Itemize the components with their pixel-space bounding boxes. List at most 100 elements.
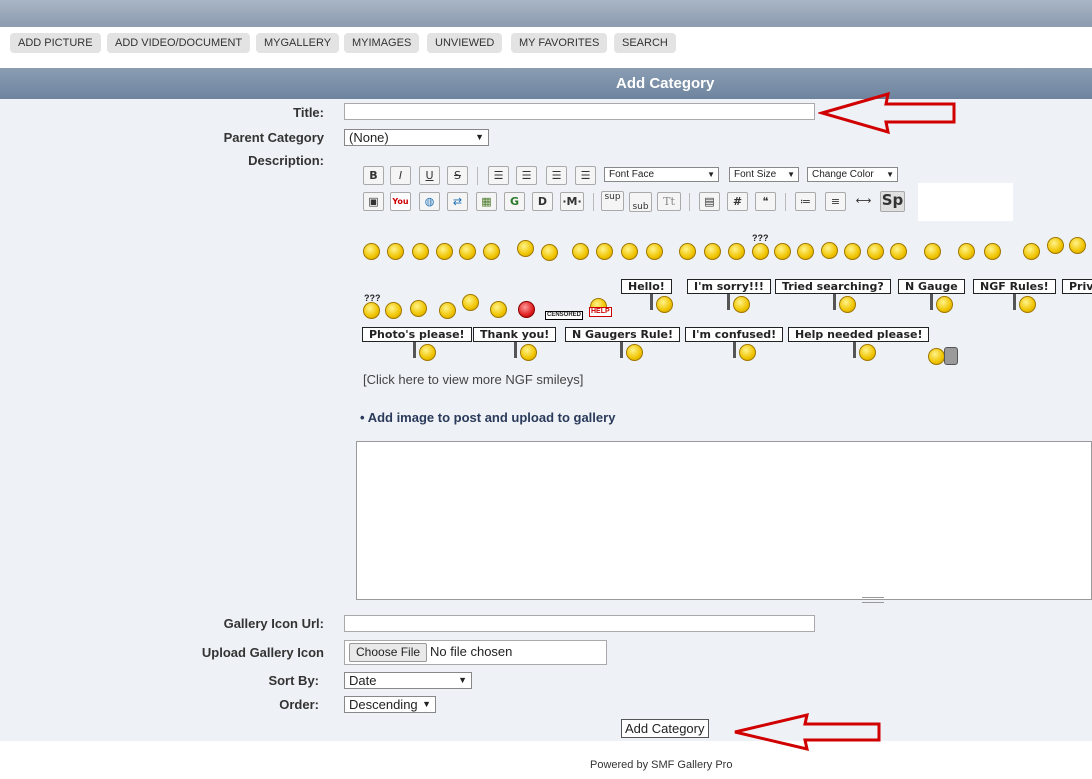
smiley-icon[interactable] xyxy=(646,243,663,260)
smiley-icon[interactable] xyxy=(728,243,745,260)
globe-icon[interactable]: ◍ xyxy=(419,192,440,211)
teletype-button[interactable]: Tt xyxy=(657,192,681,211)
smiley-icon[interactable] xyxy=(363,302,380,319)
font-size-select[interactable]: Font Size ▼ xyxy=(729,167,799,182)
smiley-icon[interactable] xyxy=(752,243,769,260)
nav-myimages[interactable]: MYIMAGES xyxy=(344,33,420,53)
d-icon[interactable]: D xyxy=(532,192,553,211)
title-input[interactable] xyxy=(344,103,815,120)
bold-button[interactable]: B xyxy=(363,166,384,185)
smiley-icon[interactable] xyxy=(867,243,884,260)
smiley-icon[interactable] xyxy=(387,243,404,260)
sign-photos-please-smiley[interactable]: Photo's please! xyxy=(362,327,472,342)
sign-priv-smiley[interactable]: Priv xyxy=(1062,279,1092,294)
swap-icon[interactable]: ⇄ xyxy=(447,192,468,211)
add-category-submit-button[interactable]: Add Category xyxy=(621,719,709,738)
table-icon[interactable]: ▤ xyxy=(699,192,720,211)
angry-smiley-icon[interactable] xyxy=(518,301,535,318)
spellcheck-button[interactable]: Sp xyxy=(880,191,905,212)
superscript-button[interactable]: sup xyxy=(601,191,624,211)
smiley-icon[interactable] xyxy=(596,243,613,260)
bullet-list-icon[interactable]: ≔ xyxy=(795,192,816,211)
smiley-icon[interactable] xyxy=(890,243,907,260)
sign-post xyxy=(833,294,836,310)
smiley-icon[interactable] xyxy=(490,301,507,318)
smiley-icon[interactable] xyxy=(410,300,427,317)
censored-smiley-text[interactable]: CENSORED xyxy=(545,311,584,320)
nav-search[interactable]: SEARCH xyxy=(614,33,676,53)
subscript-button[interactable]: sub xyxy=(629,192,652,212)
smiley-icon[interactable] xyxy=(958,243,975,260)
smiley-icon[interactable] xyxy=(436,243,453,260)
sign-ngf-rules-smiley[interactable]: NGF Rules! xyxy=(973,279,1056,294)
nav-unviewed[interactable]: UNVIEWED xyxy=(427,33,503,53)
add-image-upload-link[interactable]: • Add image to post and upload to galler… xyxy=(360,410,615,425)
insert-image-icon[interactable]: ▣ xyxy=(363,192,384,211)
smiley-icon[interactable] xyxy=(1047,237,1064,254)
description-editor[interactable] xyxy=(356,441,1092,600)
strikethrough-button[interactable]: S xyxy=(447,166,468,185)
youtube-icon[interactable]: You xyxy=(390,192,411,211)
align-right-icon[interactable]: ☰ xyxy=(575,166,596,185)
change-color-select[interactable]: Change Color ▼ xyxy=(807,167,898,182)
ordered-list-icon[interactable]: ≡ xyxy=(825,192,846,211)
smiley-icon[interactable] xyxy=(621,243,638,260)
smiley-icon[interactable] xyxy=(774,243,791,260)
horizontal-rule-icon[interactable]: ⟷ xyxy=(853,192,874,211)
picture-icon[interactable]: ▦ xyxy=(476,192,497,211)
align-center-icon[interactable]: ☰ xyxy=(546,166,567,185)
smiley-icon[interactable] xyxy=(385,302,402,319)
smiley-icon[interactable] xyxy=(363,243,380,260)
sign-n-gauge-smiley[interactable]: N Gauge xyxy=(898,279,965,294)
sign-sorry-smiley[interactable]: I'm sorry!!! xyxy=(687,279,771,294)
sign-thank-you-smiley[interactable]: Thank you! xyxy=(473,327,557,342)
smiley-icon[interactable] xyxy=(1023,243,1040,260)
smiley-icon[interactable] xyxy=(679,243,696,260)
sign-post xyxy=(727,294,730,310)
sign-help-needed-smiley[interactable]: Help needed please! xyxy=(788,327,930,342)
smiley-icon[interactable] xyxy=(572,243,589,260)
smiley-icon[interactable] xyxy=(439,302,456,319)
smiley-icon[interactable] xyxy=(462,294,479,311)
parent-category-select[interactable]: (None) ▼ xyxy=(344,129,489,146)
quote-icon[interactable]: ❝ xyxy=(755,192,776,211)
smiley-icon[interactable] xyxy=(483,243,500,260)
smiley-icon[interactable] xyxy=(459,243,476,260)
nav-add-video-document[interactable]: ADD VIDEO/DOCUMENT xyxy=(107,33,251,53)
smiley-icon[interactable] xyxy=(517,240,534,257)
smiley-icon[interactable] xyxy=(541,244,558,261)
choose-file-button[interactable]: Choose File xyxy=(349,643,428,662)
smiley-icon[interactable] xyxy=(924,243,941,260)
nav-mygallery[interactable]: MYGALLERY xyxy=(256,33,340,53)
font-size-value: Font Size xyxy=(734,169,777,180)
nav-my-favorites[interactable]: MY FAVORITES xyxy=(511,33,608,53)
sign-im-confused-smiley[interactable]: I'm confused! xyxy=(685,327,784,342)
no-file-chosen-text: No file chosen xyxy=(430,644,513,659)
m-icon[interactable]: ·M· xyxy=(560,192,584,211)
smiley-icon[interactable] xyxy=(928,348,945,365)
smiley-icon[interactable] xyxy=(821,242,838,259)
google-icon[interactable]: G xyxy=(504,192,525,211)
align-left-icon[interactable]: ☰ xyxy=(488,166,509,185)
underline-button[interactable]: U xyxy=(419,166,440,185)
hash-button[interactable]: # xyxy=(727,192,748,211)
resize-handle[interactable] xyxy=(862,597,884,603)
smiley-icon[interactable] xyxy=(984,243,1001,260)
gallery-icon-url-input[interactable] xyxy=(344,615,815,632)
smiley-icon[interactable] xyxy=(1069,237,1086,254)
sign-hello-smiley[interactable]: Hello! xyxy=(621,279,672,294)
italic-button[interactable]: I xyxy=(390,166,411,185)
sign-tried-searching-smiley[interactable]: Tried searching? xyxy=(775,279,891,294)
sort-by-select[interactable]: Date ▼ xyxy=(344,672,472,689)
sign-post xyxy=(853,342,856,358)
smiley-icon[interactable] xyxy=(412,243,429,260)
sign-n-gaugers-rule-smiley[interactable]: N Gaugers Rule! xyxy=(565,327,681,342)
order-select[interactable]: Descending ▼ xyxy=(344,696,436,713)
align-justify-icon[interactable]: ☰ xyxy=(516,166,537,185)
smiley-icon[interactable] xyxy=(704,243,721,260)
smiley-icon[interactable] xyxy=(844,243,861,260)
nav-add-picture[interactable]: ADD PICTURE xyxy=(10,33,101,53)
font-face-select[interactable]: Font Face ▼ xyxy=(604,167,719,182)
more-smileys-link[interactable]: [Click here to view more NGF smileys] xyxy=(363,372,583,387)
smiley-icon[interactable] xyxy=(797,243,814,260)
